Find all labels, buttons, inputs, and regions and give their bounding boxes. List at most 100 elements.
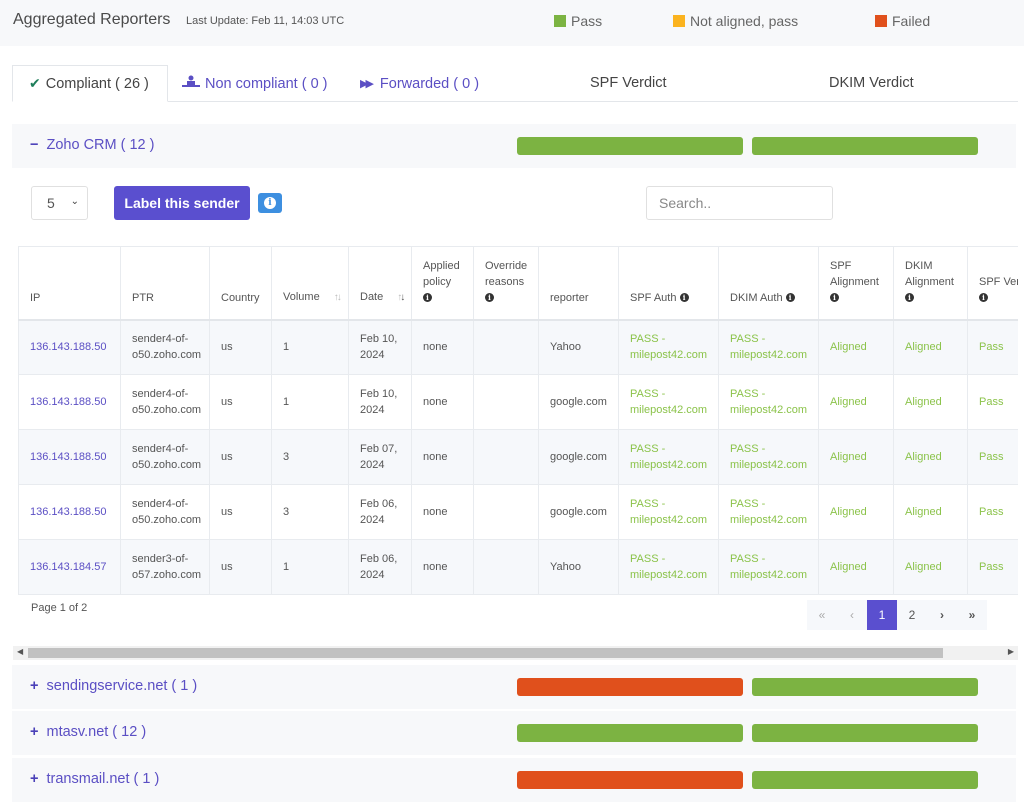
scrollbar-thumb[interactable] — [28, 648, 943, 658]
spf-verdict-bar — [517, 724, 743, 742]
col-applied-policy[interactable]: Applied policy i — [411, 246, 474, 320]
cell-spf-auth: PASS - milepost42.com — [618, 539, 719, 595]
group-name: Zoho CRM ( 12 ) — [46, 137, 155, 153]
legend-label: Failed — [892, 13, 931, 29]
page-1-button[interactable]: 1 — [867, 600, 897, 630]
cell-ip[interactable]: 136.143.188.50 — [18, 374, 121, 430]
tab-forwarded[interactable]: ▶▶ Forwarded ( 0 ) — [360, 65, 479, 102]
info-button[interactable]: i — [258, 193, 282, 213]
col-ip[interactable]: IP — [18, 246, 121, 320]
header-bar: Aggregated Reporters Last Update: Feb 11… — [0, 0, 1024, 46]
sort-desc-icon[interactable]: ↑↓ — [397, 292, 405, 303]
sender-group-sendingservice[interactable]: + sendingservice.net ( 1 ) — [12, 665, 1016, 709]
table-row[interactable]: 136.143.188.50 sender4-of-o50.zoho.com us 3… — [18, 484, 1018, 540]
scroll-left-icon[interactable]: ◀ — [17, 647, 23, 656]
info-icon[interactable]: i — [830, 293, 839, 303]
cell-ip[interactable]: 136.143.188.50 — [18, 319, 121, 375]
sender-group-transmail[interactable]: + transmail.net ( 1 ) — [12, 758, 1016, 802]
cell-ptr: sender3-of-o57.zoho.com — [120, 539, 210, 595]
dkim-verdict-bar — [752, 137, 978, 155]
search-input[interactable] — [646, 186, 833, 220]
not-aligned-swatch-icon — [673, 15, 685, 27]
col-ptr[interactable]: PTR — [120, 246, 210, 320]
cell-spf-auth: PASS - milepost42.com — [618, 429, 719, 485]
cell-dkim-auth: PASS - milepost42.com — [718, 374, 819, 430]
info-icon[interactable]: i — [485, 293, 494, 303]
tab-compliant[interactable]: ✔ Compliant ( 26 ) — [12, 65, 168, 102]
group-toggle[interactable]: − Zoho CRM ( 12 ) — [30, 137, 154, 153]
cell-ip[interactable]: 136.143.188.50 — [18, 484, 121, 540]
info-icon[interactable]: i — [679, 293, 689, 303]
page-title: Aggregated Reporters — [13, 11, 171, 28]
prev-page-button[interactable]: ‹ — [837, 600, 867, 630]
table-body: 136.143.188.50 sender4-of-o50.zoho.com us 1… — [18, 319, 1018, 595]
info-icon[interactable]: i — [785, 293, 795, 303]
compliance-tabs: ✔ Compliant ( 26 ) Non compliant ( 0 ) ▶… — [12, 65, 1018, 102]
info-icon[interactable]: i — [979, 293, 988, 303]
sender-group-mtasv[interactable]: + mtasv.net ( 12 ) — [12, 711, 1016, 755]
table-header-row: IP PTR Country Volume ↑↓ Date ↑↓ Applied p… — [18, 246, 1018, 320]
failed-swatch-icon — [875, 15, 887, 27]
cell-ptr: sender4-of-o50.zoho.com — [120, 319, 210, 375]
chevron-down-icon: ⌄ — [70, 196, 79, 207]
table-row[interactable]: 136.143.188.50 sender4-of-o50.zoho.com us 1… — [18, 374, 1018, 430]
label-sender-button[interactable]: Label this sender — [114, 186, 250, 220]
col-date[interactable]: Date ↑↓ — [348, 246, 412, 320]
info-icon[interactable]: i — [423, 293, 432, 303]
cell-spf-verdict: Pass — [967, 429, 1018, 485]
cell-date: Feb 10, 2024 — [348, 374, 412, 430]
col-country[interactable]: Country — [209, 246, 272, 320]
next-page-button[interactable]: › — [927, 600, 957, 630]
cell-ip[interactable]: 136.143.188.50 — [18, 429, 121, 485]
page-size-select[interactable]: 5 ⌄ — [31, 186, 88, 220]
dkim-verdict-bar — [752, 678, 978, 696]
group-name: mtasv.net ( 12 ) — [46, 724, 147, 740]
scroll-right-icon[interactable]: ▶ — [1008, 647, 1014, 656]
col-volume[interactable]: Volume ↑↓ — [271, 246, 349, 320]
group-toggle[interactable]: + mtasv.net ( 12 ) — [30, 724, 146, 740]
cell-dkim-align: Aligned — [893, 429, 968, 485]
sort-icon[interactable]: ↑↓ — [334, 292, 342, 303]
cell-spf-auth: PASS - milepost42.com — [618, 374, 719, 430]
tab-non-compliant[interactable]: Non compliant ( 0 ) — [182, 65, 328, 102]
page-2-button[interactable]: 2 — [897, 600, 927, 630]
cell-override — [473, 319, 539, 375]
last-page-button[interactable]: » — [957, 600, 987, 630]
cell-spf-verdict: Pass — [967, 539, 1018, 595]
cell-ptr: sender4-of-o50.zoho.com — [120, 484, 210, 540]
col-dkim-auth[interactable]: DKIM Auth i — [718, 246, 819, 320]
person-at-desk-icon — [182, 75, 200, 92]
cell-ptr: sender4-of-o50.zoho.com — [120, 429, 210, 485]
cell-spf-verdict: Pass — [967, 374, 1018, 430]
horizontal-scrollbar[interactable]: ◀ ▶ — [13, 646, 1018, 660]
dkim-verdict-header: DKIM Verdict — [829, 75, 914, 91]
col-spf-verdict[interactable]: SPF Verdicti — [967, 246, 1018, 320]
sender-group-zoho-crm[interactable]: − Zoho CRM ( 12 ) — [12, 124, 1016, 168]
cell-dkim-auth: PASS - milepost42.com — [718, 539, 819, 595]
expand-icon: + — [30, 724, 39, 740]
table-row[interactable]: 136.143.184.57 sender3-of-o57.zoho.com us 1… — [18, 539, 1018, 595]
group-toggle[interactable]: + sendingservice.net ( 1 ) — [30, 678, 197, 694]
first-page-button[interactable]: « — [807, 600, 837, 630]
cell-dkim-align: Aligned — [893, 484, 968, 540]
col-dkim-alignment[interactable]: DKIM Alignment i — [893, 246, 968, 320]
cell-spf-verdict: Pass — [967, 319, 1018, 375]
col-spf-auth[interactable]: SPF Auth i — [618, 246, 719, 320]
cell-volume: 1 — [271, 319, 349, 375]
cell-volume: 3 — [271, 429, 349, 485]
col-override-reasons[interactable]: Override reasons i — [473, 246, 539, 320]
table-row[interactable]: 136.143.188.50 sender4-of-o50.zoho.com us 1… — [18, 319, 1018, 375]
cell-dkim-auth: PASS - milepost42.com — [718, 319, 819, 375]
tab-label: Compliant ( 26 ) — [45, 75, 149, 92]
dkim-verdict-bar — [752, 771, 978, 789]
cell-reporter: Yahoo — [538, 319, 619, 375]
table-row[interactable]: 136.143.188.50 sender4-of-o50.zoho.com us 3… — [18, 429, 1018, 485]
col-reporter[interactable]: reporter — [538, 246, 619, 320]
cell-ip[interactable]: 136.143.184.57 — [18, 539, 121, 595]
info-icon[interactable]: i — [905, 293, 914, 303]
last-update: Last Update: Feb 11, 14:03 UTC — [186, 15, 345, 27]
cell-spf-verdict: Pass — [967, 484, 1018, 540]
group-toggle[interactable]: + transmail.net ( 1 ) — [30, 771, 159, 787]
cell-spf-auth: PASS - milepost42.com — [618, 319, 719, 375]
col-spf-alignment[interactable]: SPF Alignment i — [818, 246, 894, 320]
